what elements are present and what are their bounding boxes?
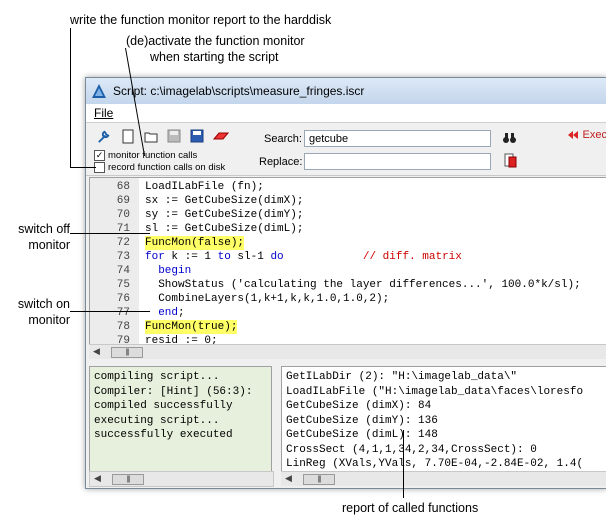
binoculars-icon[interactable] — [502, 131, 517, 149]
erase-icon[interactable] — [212, 127, 230, 145]
editor-horizontal-scrollbar[interactable]: ◀ ||| — [89, 344, 606, 359]
toolbar: ✓ monitor function calls record function… — [86, 123, 606, 176]
leader-report — [403, 430, 404, 498]
code-line[interactable]: 70 sy := GetCubeSize(dimY); — [90, 208, 606, 222]
code-text: sx := GetCubeSize(dimX); — [145, 195, 304, 207]
menu-file[interactable]: File — [94, 106, 113, 120]
line-number: 72 — [116, 237, 130, 249]
record-function-calls-checkbox[interactable]: record function calls on disk — [94, 162, 225, 173]
code-line[interactable]: 76 CombineLayers(1,k+1,k,k,1.0,1.0,2); — [90, 292, 606, 306]
function-report-pane[interactable]: GetILabDir (2): "H:\imagelab_data\" LoadI… — [281, 366, 606, 484]
report-scroll-left-icon[interactable]: ◀ — [285, 473, 292, 484]
report-scroll-thumb[interactable]: ||| — [303, 474, 335, 485]
code-text: sy := GetCubeSize(dimY); — [145, 209, 304, 221]
replace-icon[interactable] — [504, 153, 517, 173]
leader-switch-off — [70, 233, 150, 234]
annotation-report-label: report of called functions — [342, 501, 479, 515]
highlighted-code: FuncMon(false); — [145, 236, 245, 250]
annotation-switch-off-line1: switch off — [18, 222, 70, 236]
app-logo-icon — [92, 84, 106, 98]
line-number: 70 — [116, 209, 130, 221]
code-line[interactable]: 68 LoadILabFile (fn); — [90, 180, 606, 194]
leader-write-report — [70, 28, 71, 168]
code-text: end; — [158, 307, 185, 319]
line-number: 75 — [116, 279, 130, 291]
replace-label: Replace: — [259, 156, 303, 168]
code-line[interactable]: 77 end; — [90, 306, 606, 320]
log-horizontal-scrollbar[interactable]: ◀ ||| — [89, 471, 274, 487]
execute-button[interactable]: Exec — [566, 129, 606, 141]
search-label: Search: — [264, 133, 302, 145]
code-text: ShowStatus ('calculating the layer diffe… — [145, 279, 581, 291]
log-line: compiling script... — [94, 371, 220, 383]
execute-label: Exec — [582, 129, 606, 141]
report-line: GetCubeSize (dimL): 148 — [286, 429, 438, 441]
line-number: 73 — [116, 251, 130, 263]
code-text: for k := 1 to sl-1 do // diff. matrix — [145, 251, 462, 263]
line-number: 68 — [116, 181, 130, 193]
open-folder-icon[interactable] — [142, 127, 160, 145]
code-line[interactable]: 69 sx := GetCubeSize(dimX); — [90, 194, 606, 208]
leader-write-report-foot — [70, 167, 96, 168]
search-input[interactable]: getcube — [304, 130, 491, 147]
report-line: CrossSect (4,1,1,34,2,34,CrossSect): 0 — [286, 443, 537, 456]
line-number: 78 — [116, 321, 130, 333]
title-bar[interactable]: Script: c:\imagelab\scripts\measure_frin… — [86, 78, 606, 104]
code-line[interactable]: 71 sl := GetCubeSize(dimL); — [90, 222, 606, 236]
script-editor[interactable]: 68 LoadILabFile (fn); 69 sx := GetCubeSize(… — [89, 177, 606, 346]
log-line: Compiler: [Hint] (56:3): — [94, 385, 253, 398]
execute-icon — [567, 131, 578, 139]
line-number: 69 — [116, 195, 130, 207]
code-text: sl := GetCubeSize(dimL); — [145, 223, 304, 235]
log-scroll-thumb[interactable]: ||| — [112, 474, 144, 485]
annotation-switch-off-line2: monitor — [28, 238, 70, 252]
compiler-log-pane[interactable]: compiling script... Compiler: [Hint] (56:… — [89, 366, 272, 484]
monitor-function-calls-checkbox[interactable]: ✓ monitor function calls — [94, 150, 197, 161]
report-horizontal-scrollbar[interactable]: ◀ ||| — [281, 471, 606, 486]
code-text: begin — [158, 265, 192, 277]
wrench-icon[interactable] — [94, 127, 112, 145]
script-window: Script: c:\imagelab\scripts\measure_frin… — [85, 77, 606, 489]
monitor-checkbox-box[interactable]: ✓ — [94, 150, 105, 161]
line-number: 74 — [116, 265, 130, 277]
report-line: GetCubeSize (dimX): 84 — [286, 400, 432, 412]
log-scroll-left-icon[interactable]: ◀ — [94, 473, 101, 484]
save-icon[interactable] — [165, 127, 183, 145]
log-line: executing script... — [94, 414, 220, 427]
code-line[interactable]: 73 for k := 1 to sl-1 do // diff. matrix — [90, 250, 606, 264]
report-line: GetILabDir (2): "H:\imagelab_data\" — [286, 371, 518, 383]
annotation-write-report: write the function monitor report to the… — [70, 13, 332, 27]
annotation-switch-on-line1: switch on — [17, 297, 70, 311]
scroll-left-icon[interactable]: ◀ — [93, 346, 100, 357]
line-number: 76 — [116, 293, 130, 305]
report-line: GetCubeSize (dimY): 136 — [286, 414, 438, 427]
line-number: 77 — [116, 307, 130, 319]
code-line[interactable]: 74 begin — [90, 264, 606, 278]
annotation-activate-line1: (de)activate the function monitor — [126, 34, 305, 48]
window-title: Script: c:\imagelab\scripts\measure_frin… — [113, 84, 365, 98]
leader-switch-on — [70, 311, 150, 312]
code-line[interactable]: 78 FuncMon(true); — [90, 320, 606, 334]
code-line[interactable]: 75 ShowStatus ('calculating the layer di… — [90, 278, 606, 292]
code-text: LoadILabFile (fn); — [145, 181, 264, 193]
save-as-icon[interactable] — [188, 127, 206, 145]
menu-bar: File — [86, 104, 606, 123]
code-line[interactable]: 72 FuncMon(false); — [90, 236, 606, 250]
record-checkbox-label: record function calls on disk — [108, 162, 226, 173]
scroll-thumb[interactable]: ||| — [111, 347, 143, 358]
report-line: LinReg (XVals,YVals, 7.70E-04,-2.84E-02,… — [286, 458, 584, 470]
highlighted-code: FuncMon(true); — [145, 320, 238, 334]
code-text: CombineLayers(1,k+1,k,k,1.0,1.0,2); — [145, 293, 390, 305]
log-line: successfully executed — [94, 429, 233, 441]
new-document-icon[interactable] — [119, 127, 137, 145]
report-line: LoadILabFile ("H:\imagelab_data\faces\lo… — [286, 385, 584, 398]
replace-input[interactable] — [304, 153, 491, 170]
annotation-activate-line2: when starting the script — [150, 50, 279, 64]
annotation-switch-on-line2: monitor — [28, 313, 70, 327]
log-line: compiled successfully — [94, 400, 233, 412]
monitor-checkbox-label: monitor function calls — [108, 150, 198, 161]
